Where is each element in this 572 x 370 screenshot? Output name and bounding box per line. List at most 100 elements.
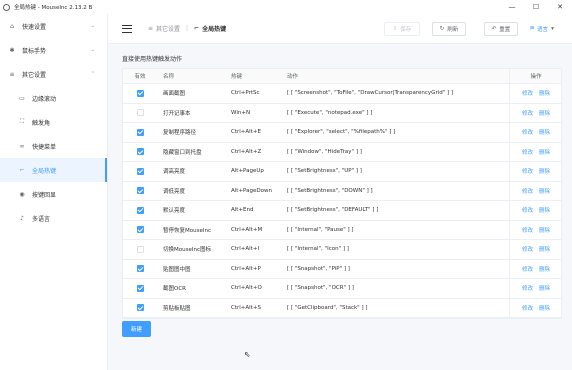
edit-link[interactable]: 修改 xyxy=(522,245,533,253)
table-row: 复制程序路径 Ctrl+Alt+E [ [ "Explorer", "select"… xyxy=(123,123,561,143)
enabled-checkbox[interactable] xyxy=(136,284,144,292)
sidebar-item-edge-scroll[interactable]: ▭ 边缘滚动 xyxy=(0,86,107,110)
add-hotkey-button[interactable]: 新建 xyxy=(122,321,151,337)
delete-link[interactable]: 删除 xyxy=(539,245,550,253)
sidebar-item-language[interactable]: ♪ 多语言 xyxy=(0,206,107,230)
column-header: 操作 xyxy=(530,74,542,80)
chevron-down-icon: ⌄ xyxy=(90,47,95,53)
sidebar-item-global-hotkeys[interactable]: ⌐ 全局热键 xyxy=(0,158,107,182)
name-cell: 复制程序路径 xyxy=(163,130,197,137)
table-row: 贴图图中图 Ctrl+Alt+P [ [ "Snapshot", "PiP" ] ]… xyxy=(123,259,563,279)
table-row: 调高亮度 Alt+PageUp [ [ "SetBrightness", "UP" … xyxy=(123,162,561,182)
reset-button[interactable]: ↶ 重置 xyxy=(484,22,518,36)
delete-link[interactable]: 删除 xyxy=(539,206,550,214)
name-cell: 暂停恢复MouseInc xyxy=(163,227,211,234)
edit-link[interactable]: 修改 xyxy=(522,187,533,195)
enabled-checkbox[interactable] xyxy=(136,167,144,175)
sidebar-item-hot-corner[interactable]: ⛶ 触发角 xyxy=(0,110,107,134)
edit-link[interactable]: 修改 xyxy=(522,284,533,292)
action-cell: [ [ "Internal", "Pause" ] ] xyxy=(287,226,354,233)
enabled-checkbox[interactable] xyxy=(136,226,144,234)
hotkey-cell: Ctrl+Alt+S xyxy=(231,304,261,311)
enabled-cell xyxy=(123,221,157,240)
edit-link[interactable]: 修改 xyxy=(522,89,533,97)
delete-link[interactable]: 删除 xyxy=(539,265,550,273)
column-header: 名称 xyxy=(163,74,175,80)
edit-link[interactable]: 修改 xyxy=(522,167,533,175)
edit-link[interactable]: 修改 xyxy=(522,226,533,234)
sidebar-item-mouse-gestures[interactable]: ✱ 鼠标手势 ⌄ xyxy=(0,38,107,62)
refresh-button[interactable]: ↻ 刷新 xyxy=(432,22,466,36)
table-row: 调低亮度 Alt+PageDown [ [ "SetBrightness", "DO… xyxy=(123,181,561,201)
enabled-checkbox[interactable] xyxy=(136,265,144,273)
table-row: 隐藏窗口到托盘 Ctrl+Alt+Z [ [ "Window", "HideTray… xyxy=(123,142,561,162)
delete-link[interactable]: 删除 xyxy=(539,167,550,175)
enabled-checkbox[interactable] xyxy=(136,304,144,312)
language-dropdown[interactable]: ⛿ 语言 ▾ xyxy=(522,22,562,36)
sliders-icon: ≡ xyxy=(9,70,15,78)
breadcrumb-parent[interactable]: 其它设置 xyxy=(156,24,180,33)
eye-icon: ◉ xyxy=(19,190,25,198)
hotkey-cell: Win+N xyxy=(231,109,251,116)
hotkey-cell: Ctrl+PrtSc xyxy=(231,90,260,97)
delete-link[interactable]: 删除 xyxy=(539,226,550,234)
sidebar-item-label: 触发角 xyxy=(32,119,51,127)
edit-link[interactable]: 修改 xyxy=(522,109,533,117)
sidebar-item-label: 全局热键 xyxy=(32,167,57,175)
table-row: 剪贴板贴图 Ctrl+Alt+S [ [ "GetClipboard", "Stac… xyxy=(123,298,561,318)
delete-link[interactable]: 删除 xyxy=(539,128,550,136)
hotkey-cell: Ctrl+Alt+M xyxy=(231,226,263,233)
operations-cell: 修改 删除 xyxy=(509,162,563,181)
enabled-cell xyxy=(123,123,157,142)
sidebar-item-other-settings[interactable]: ≡ 其它设置 ⌃ xyxy=(0,62,107,86)
window-title: 全局热键 - MouseInc 2.13.2 B xyxy=(14,5,93,11)
corner-icon: ⛶ xyxy=(19,118,25,125)
close-button[interactable]: ✕ xyxy=(548,0,572,14)
link-icon: ∞ xyxy=(19,142,25,150)
enabled-cell xyxy=(123,182,157,201)
action-cell: [ [ "Screenshot", "ToFile", "DrawCursor|… xyxy=(287,90,454,97)
enabled-checkbox[interactable] xyxy=(136,128,144,136)
enabled-cell xyxy=(123,84,157,103)
minimize-button[interactable]: — xyxy=(500,0,524,14)
column-header: 有效 xyxy=(134,74,146,80)
sidebar-item-key-echo[interactable]: ◉ 按键回显 xyxy=(0,182,107,206)
save-button[interactable]: ⇩ 保存 xyxy=(384,22,420,36)
chevron-down-icon: ▾ xyxy=(551,26,554,32)
edit-link[interactable]: 修改 xyxy=(522,128,533,136)
language-label: 语言 xyxy=(537,27,549,33)
reset-button-label: 重置 xyxy=(499,27,511,33)
enabled-checkbox[interactable] xyxy=(136,206,144,214)
enabled-checkbox[interactable] xyxy=(136,89,144,97)
edit-link[interactable]: 修改 xyxy=(522,206,533,214)
hotkey-cell: Alt+End xyxy=(231,207,254,214)
edit-link[interactable]: 修改 xyxy=(522,304,533,312)
sidebar-item-quick-menu[interactable]: ∞ 快捷菜单 xyxy=(0,134,107,158)
delete-link[interactable]: 删除 xyxy=(539,89,550,97)
edit-link[interactable]: 修改 xyxy=(522,265,533,273)
table-row: 截图OCR Ctrl+Alt+O [ [ "Snapshot", "OCR" ] ]… xyxy=(123,279,561,299)
edit-link[interactable]: 修改 xyxy=(522,148,533,156)
maximize-button[interactable]: ☐ xyxy=(524,0,548,14)
sidebar-item-quick-settings[interactable]: ⌂ 快速设置 ⌄ xyxy=(0,14,107,38)
enabled-checkbox[interactable] xyxy=(136,245,144,253)
delete-link[interactable]: 删除 xyxy=(539,284,550,292)
enabled-checkbox[interactable] xyxy=(136,148,144,156)
enabled-checkbox[interactable] xyxy=(136,187,144,195)
delete-link[interactable]: 删除 xyxy=(539,148,550,156)
enabled-checkbox[interactable] xyxy=(136,109,144,117)
name-cell: 隐藏窗口到托盘 xyxy=(163,149,202,156)
table-row: 画面截图 Ctrl+PrtSc [ [ "Screenshot", "ToFile"… xyxy=(123,84,561,104)
monitor-icon: ▭ xyxy=(19,94,25,102)
delete-link[interactable]: 删除 xyxy=(539,187,550,195)
menu-toggle-icon[interactable] xyxy=(122,24,132,33)
enabled-cell xyxy=(123,143,157,162)
delete-link[interactable]: 删除 xyxy=(539,109,550,117)
hotkey-icon: ⌐ xyxy=(19,166,25,174)
chevron-down-icon: ⌄ xyxy=(90,23,95,29)
operations-cell: 修改 删除 xyxy=(509,260,563,279)
action-cell: [ [ "GetClipboard", "Stack" ] ] xyxy=(287,304,368,311)
title-bar: 全局热键 - MouseInc 2.13.2 B — ☐ ✕ xyxy=(0,0,572,14)
delete-link[interactable]: 删除 xyxy=(539,304,550,312)
hotkey-cell: Ctrl+Alt+I xyxy=(231,246,260,253)
